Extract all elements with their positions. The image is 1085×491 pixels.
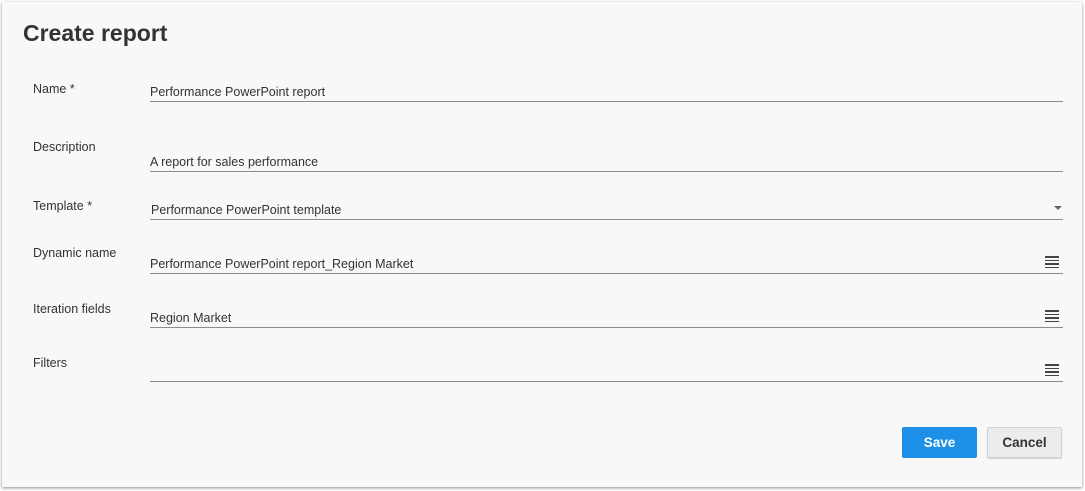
name-field[interactable]: Performance PowerPoint report	[150, 74, 1063, 102]
description-value: A report for sales performance	[150, 155, 319, 169]
save-button[interactable]: Save	[902, 427, 977, 458]
description-field[interactable]: A report for sales performance	[150, 140, 1063, 172]
template-select[interactable]: Performance PowerPoint template	[150, 192, 1063, 220]
name-value: Performance PowerPoint report	[150, 85, 326, 99]
create-report-dialog: Create report Name * Performance PowerPo…	[2, 2, 1082, 487]
caret-down-icon[interactable]	[1054, 206, 1062, 210]
dynamic-name-value: Performance PowerPoint report_Region Mar…	[150, 257, 414, 271]
filters-label: Filters	[33, 356, 68, 370]
dynamic-name-menu-icon[interactable]	[1045, 256, 1059, 269]
template-label: Template *	[33, 199, 93, 213]
dynamic-name-field[interactable]: Performance PowerPoint report_Region Mar…	[150, 242, 1063, 274]
description-label: Description	[33, 140, 96, 154]
iteration-fields-field[interactable]: Region Market	[150, 296, 1063, 328]
iteration-fields-menu-icon[interactable]	[1045, 310, 1059, 323]
dialog-title: Create report	[23, 20, 168, 46]
iteration-fields-label: Iteration fields	[33, 302, 111, 316]
template-value: Performance PowerPoint template	[151, 203, 342, 217]
filters-menu-icon[interactable]	[1045, 364, 1059, 377]
cancel-button[interactable]: Cancel	[987, 427, 1062, 458]
filters-field[interactable]	[150, 350, 1063, 382]
name-label: Name *	[33, 82, 75, 96]
iteration-fields-value: Region Market	[150, 311, 232, 325]
dynamic-name-label: Dynamic name	[33, 246, 117, 260]
